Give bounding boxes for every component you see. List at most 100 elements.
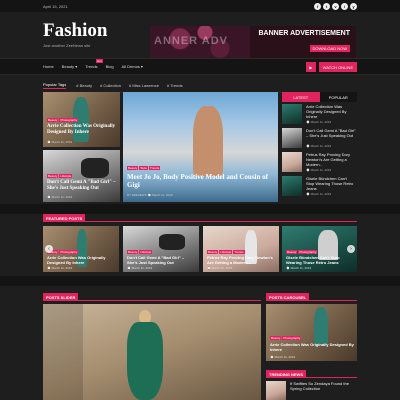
category-badge[interactable]: Beauty xyxy=(127,166,139,170)
trending-news-header: TRENDING NEWS xyxy=(266,370,306,378)
category-badge[interactable]: Photography xyxy=(59,250,79,254)
category-badge[interactable]: Beauty xyxy=(47,174,59,178)
sidebar-item-date: ⌚ March 11, 2019 xyxy=(306,192,332,196)
tag-trends[interactable]: # Trends xyxy=(167,83,183,88)
hero-post-meta: BY ZEENEWS ⌚ March 11, 2019 xyxy=(127,193,173,197)
top-bar: April 15, 2021 f t v i y xyxy=(0,0,400,12)
featured-hero-post[interactable]: Beauty Style Trends Meet Jo Jo, Body Pos… xyxy=(123,92,278,202)
category-badge[interactable]: Photography xyxy=(282,336,302,340)
sidebar-item-title[interactable]: Don't Call Gemi A "Bad Girl" – She's Jus… xyxy=(306,128,356,138)
trending-title[interactable]: If Swifties So Zendaya Found the Spring … xyxy=(290,381,357,391)
tab-popular[interactable]: POPULAR xyxy=(319,92,357,102)
featured-card-title[interactable]: Petrus Ray Proving Dory Newton's Are Get… xyxy=(207,255,275,265)
category-badge[interactable]: Beauty xyxy=(207,250,219,254)
featured-card-date: ⌚ March 11, 2019 xyxy=(207,266,233,270)
featured-card[interactable]: Beauty Photography Arrie Collection Was … xyxy=(43,226,119,272)
vimeo-icon[interactable]: v xyxy=(332,2,339,10)
site-header: Fashion Just another ZeeNews site ANNER … xyxy=(0,12,400,58)
category-badge[interactable]: Trends xyxy=(233,250,245,254)
sidebar-item-title[interactable]: Petrus Ray Proving Dory Newton's Are Get… xyxy=(306,152,356,167)
posts-slider-image[interactable] xyxy=(43,304,261,400)
posts-slider-header: POSTS SLIDER xyxy=(43,293,79,301)
main-navigation: Home Beauty ▾ Trends Hot Blog All Demos ▾… xyxy=(0,58,400,75)
twitter-icon[interactable]: t xyxy=(323,2,330,10)
category-badge[interactable]: Lifestyle xyxy=(59,174,73,178)
popular-tags-label: Popular Tags xyxy=(43,82,67,89)
featured-posts-header: FEATURED POSTS xyxy=(43,214,86,222)
model-figure xyxy=(81,158,109,178)
post-card-arrie[interactable]: Beauty Photography Arrie Collection Was … xyxy=(43,92,120,147)
nav-home[interactable]: Home xyxy=(43,64,54,69)
category-badge[interactable]: Photography xyxy=(298,250,318,254)
tag-collection[interactable]: # Collection xyxy=(100,83,121,88)
sidebar-item-title[interactable]: Arrie Collection Was Originally Designed… xyxy=(306,104,356,119)
sidebar-thumbnail xyxy=(282,152,302,172)
posts-slider-label: POSTS SLIDER xyxy=(43,293,79,301)
featured-card[interactable]: Beauty Lifestyle Don't Call Gemi A "Bad … xyxy=(123,226,199,272)
tag-beauty[interactable]: # Beauty xyxy=(76,83,92,88)
category-badge[interactable]: Lifestyle xyxy=(219,250,233,254)
facebook-icon[interactable]: f xyxy=(314,2,321,10)
popular-tags-bar: Popular Tags # Beauty # Collection # Mis… xyxy=(43,79,357,93)
featured-posts-label: FEATURED POSTS xyxy=(43,214,86,222)
category-badge[interactable]: Beauty xyxy=(286,250,298,254)
site-logo[interactable]: Fashion xyxy=(43,20,107,42)
model-figure xyxy=(193,106,223,176)
posts-carousel-header: POSTS CAROUSEL xyxy=(266,293,310,301)
category-badge[interactable]: Lifestyle xyxy=(139,250,153,254)
sidebar-item[interactable]: Arrie Collection Was Originally Designed… xyxy=(282,104,357,127)
sidebar-thumbnail xyxy=(282,128,302,148)
post-date: ⌚ March 11, 2019 xyxy=(47,195,73,199)
post-date: ⌚ March 11, 2019 xyxy=(47,140,73,144)
featured-card[interactable]: Beauty Photography Gisele Bündchen Can't… xyxy=(282,226,357,272)
hot-badge: Hot xyxy=(95,59,103,63)
sidebar-item[interactable]: Petrus Ray Proving Dory Newton's Are Get… xyxy=(282,152,357,175)
youtube-social-icon[interactable]: y xyxy=(350,2,357,10)
category-badge[interactable]: Trends xyxy=(149,166,161,170)
featured-card-title[interactable]: Gisele Bündchen Can't Stop Wearing Those… xyxy=(286,255,354,265)
nav-blog[interactable]: Blog xyxy=(106,64,114,69)
banner-advertisement[interactable]: ANNER ADV BANNER ADVERTISEMENT DOWNLOAD … xyxy=(150,26,356,58)
sidebar-item[interactable]: Don't Call Gemi A "Bad Girl" – She's Jus… xyxy=(282,128,357,151)
carousel-card[interactable]: Beauty Photography Arrie Collection Was … xyxy=(266,304,357,361)
category-badge[interactable]: Beauty xyxy=(127,250,139,254)
featured-card-date: ⌚ March 11, 2019 xyxy=(127,266,153,270)
trending-thumbnail[interactable] xyxy=(266,381,286,400)
featured-card-title[interactable]: Don't Call Gemi A "Bad Girl" – She's Jus… xyxy=(127,255,195,265)
chevron-left-icon[interactable]: ‹ xyxy=(45,245,53,253)
category-badge[interactable]: Style xyxy=(139,166,149,170)
carousel-card-title[interactable]: Arrie Collection Was Originally Designed… xyxy=(270,342,354,352)
sidebar-item[interactable]: Gisele Bündchen Can't Stop Wearing Those… xyxy=(282,176,357,199)
banner-button[interactable]: DOWNLOAD NOW xyxy=(309,45,350,52)
featured-card[interactable]: Beauty Lifestyle Trends Petrus Ray Provi… xyxy=(203,226,279,272)
hero-post-title[interactable]: Meet Jo Jo, Body Positive Model and Cous… xyxy=(127,173,277,189)
banner-title: BANNER ADVERTISEMENT xyxy=(258,30,350,37)
post-title[interactable]: Don't Call Gemi A "Bad Girl" – She's Jus… xyxy=(47,180,117,192)
section-rule xyxy=(43,221,357,222)
shadow-column xyxy=(43,304,83,400)
posts-carousel-label: POSTS CAROUSEL xyxy=(266,293,310,301)
category-badge[interactable]: Beauty xyxy=(47,118,59,122)
trending-news-label: TRENDING NEWS xyxy=(266,370,306,378)
sidebar-item-date: ⌚ March 11, 2019 xyxy=(306,120,332,124)
tag-miss-lawrence[interactable]: # Miss Lawrence xyxy=(129,83,159,88)
social-links: f t v i y xyxy=(314,2,357,10)
featured-card-date: ⌚ March 11, 2019 xyxy=(286,266,312,270)
nav-trends[interactable]: Trends Hot xyxy=(85,59,103,69)
sidebar-tabs: LATEST POPULAR xyxy=(282,92,357,102)
sidebar-thumbnail xyxy=(282,104,302,124)
instagram-icon[interactable]: i xyxy=(341,2,348,10)
carousel-card-date: ⌚ March 11, 2019 xyxy=(270,355,296,359)
category-badge[interactable]: Beauty xyxy=(270,336,282,340)
category-badge[interactable]: Photography xyxy=(59,118,79,122)
featured-card-title[interactable]: Arrie Collection Was Originally Designed… xyxy=(47,255,115,265)
nav-beauty[interactable]: Beauty ▾ xyxy=(62,64,78,69)
chevron-right-icon[interactable]: › xyxy=(347,245,355,253)
post-card-gemi[interactable]: Beauty Lifestyle Don't Call Gemi A "Bad … xyxy=(43,150,120,202)
youtube-icon[interactable]: ▶ xyxy=(305,62,316,72)
tab-latest[interactable]: LATEST xyxy=(282,92,320,102)
sidebar-item-title[interactable]: Gisele Bündchen Can't Stop Wearing Those… xyxy=(306,176,356,191)
post-title[interactable]: Arrie Collection Was Originally Designed… xyxy=(47,124,117,136)
watch-online-button[interactable]: WATCH ONLINE xyxy=(318,62,357,72)
nav-all-demos[interactable]: All Demos ▾ xyxy=(122,64,143,69)
